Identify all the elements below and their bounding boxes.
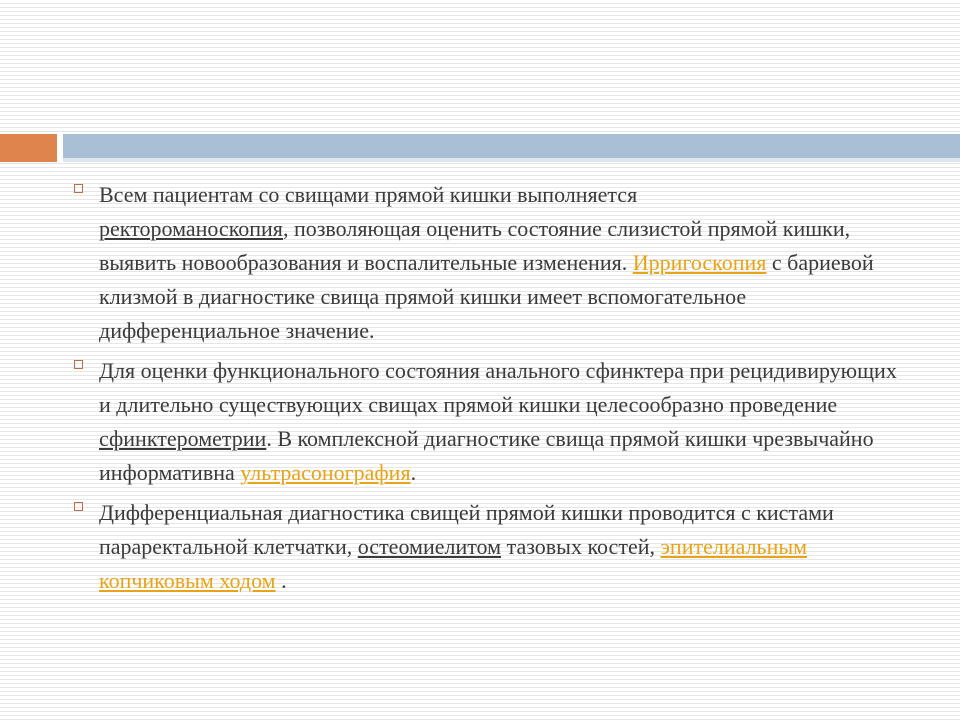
- text-segment: тазовых костей,: [501, 534, 661, 559]
- title-bar-stripe: [63, 134, 960, 162]
- bullet-text: Дифференциальная диагностика свищей прям…: [99, 496, 910, 598]
- bullet-item: Дифференциальная диагностика свищей прям…: [70, 496, 910, 598]
- bullet-text: Для оценки функционального состояния ана…: [99, 354, 910, 490]
- hollow-square-bullet-icon: [74, 184, 83, 193]
- text-segment: Всем пациентам со свищами прямой кишки в…: [99, 182, 638, 207]
- link-sphincterometry[interactable]: сфинктерометрии: [99, 426, 266, 451]
- text-segment: .: [410, 460, 417, 485]
- accent-block: [0, 134, 57, 162]
- link-osteomyelitis[interactable]: остеомиелитом: [358, 534, 501, 559]
- title-bar-underline: [63, 158, 960, 162]
- link-ultrasonography[interactable]: ультрасонография: [240, 460, 410, 485]
- hollow-square-bullet-icon: [74, 360, 83, 369]
- title-bar: [0, 134, 960, 162]
- hollow-square-bullet-icon: [74, 502, 83, 511]
- bullet-item: Всем пациентам со свищами прямой кишки в…: [70, 178, 910, 348]
- link-irrigoscopy[interactable]: Ирригоскопия: [633, 250, 767, 275]
- slide-content: Всем пациентам со свищами прямой кишки в…: [70, 178, 910, 604]
- text-segment: Для оценки функционального состояния ана…: [99, 358, 897, 417]
- bullet-text: Всем пациентам со свищами прямой кишки в…: [99, 178, 910, 348]
- text-segment: .: [275, 568, 287, 593]
- link-rectoromanoscopy[interactable]: ректороманоскопия: [99, 216, 283, 241]
- bullet-item: Для оценки функционального состояния ана…: [70, 354, 910, 490]
